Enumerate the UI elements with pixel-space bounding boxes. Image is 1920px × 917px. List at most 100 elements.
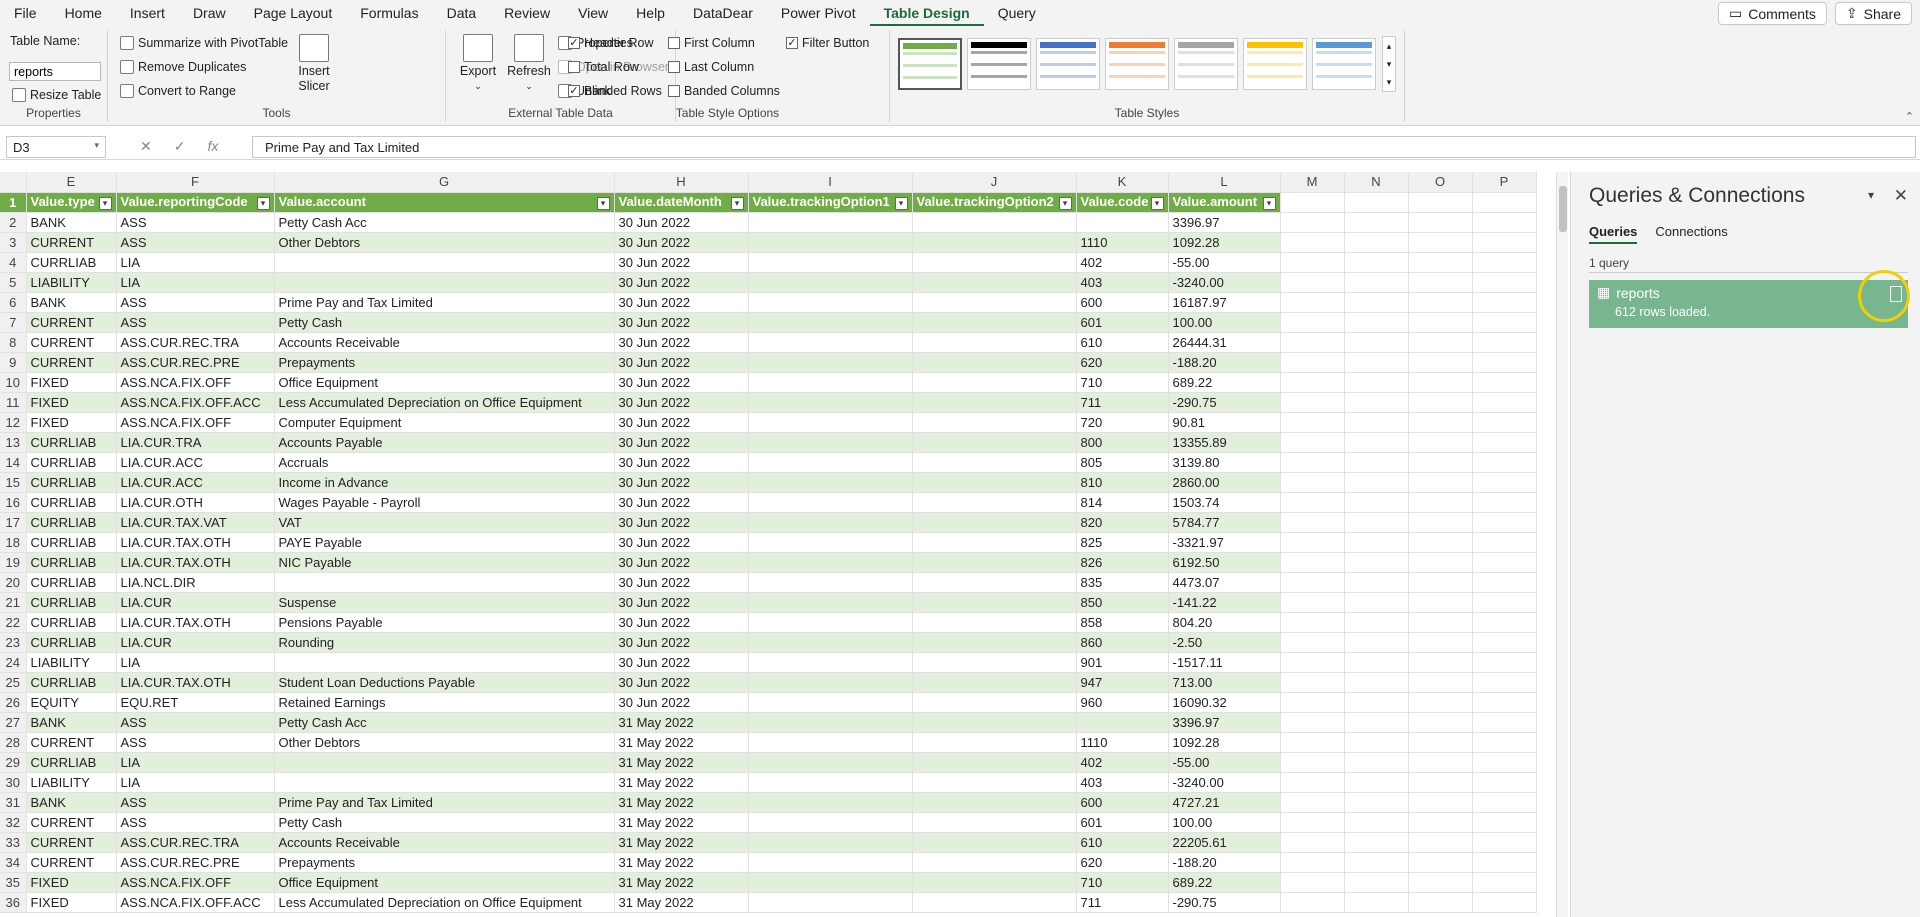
filter-button-option[interactable]: ✓ Filter Button [786, 36, 869, 50]
table-cell[interactable]: FIXED [26, 392, 117, 413]
table-cell[interactable]: PAYE Payable [274, 532, 615, 553]
column-header[interactable]: K [1076, 172, 1169, 193]
table-cell[interactable]: LIA.CUR.TAX.VAT [116, 512, 275, 533]
tab-review[interactable]: Review [490, 0, 564, 26]
table-cell[interactable]: -3240.00 [1168, 772, 1281, 793]
tab-datadear[interactable]: DataDear [679, 0, 767, 26]
empty-cell[interactable] [1472, 512, 1537, 533]
empty-cell[interactable] [1344, 492, 1409, 513]
table-cell[interactable]: ASS.NCA.FIX.OFF.ACC [116, 392, 275, 413]
table-cell[interactable] [748, 552, 913, 573]
table-cell[interactable]: CURRENT [26, 312, 117, 333]
table-cell[interactable] [748, 752, 913, 773]
table-cell[interactable] [274, 752, 615, 773]
table-cell[interactable]: LIA [116, 252, 275, 273]
table-cell[interactable]: ASS.CUR.REC.PRE [116, 352, 275, 373]
table-cell[interactable] [912, 452, 1077, 473]
row-header[interactable]: 21 [0, 592, 27, 613]
table-cell[interactable]: LIA.CUR.OTH [116, 492, 275, 513]
row-header[interactable]: 4 [0, 252, 27, 273]
tab-page-layout[interactable]: Page Layout [240, 0, 347, 26]
empty-cell[interactable] [1344, 412, 1409, 433]
empty-cell[interactable] [1472, 412, 1537, 433]
table-cell[interactable]: Prepayments [274, 352, 615, 373]
row-header[interactable]: 11 [0, 392, 27, 413]
table-cell[interactable]: 30 Jun 2022 [614, 452, 749, 473]
table-style-swatch[interactable] [898, 38, 962, 90]
column-header[interactable]: P [1472, 172, 1537, 193]
row-header[interactable]: 29 [0, 752, 27, 773]
empty-cell[interactable] [1472, 672, 1537, 693]
table-cell[interactable]: Office Equipment [274, 372, 615, 393]
table-cell[interactable] [912, 732, 1077, 753]
empty-cell[interactable] [1472, 392, 1537, 413]
table-cell[interactable] [748, 812, 913, 833]
table-cell[interactable] [748, 352, 913, 373]
table-cell[interactable]: -2.50 [1168, 632, 1281, 653]
table-cell[interactable] [912, 492, 1077, 513]
comments-button[interactable]: ▭ Comments [1717, 2, 1827, 25]
table-cell[interactable]: 30 Jun 2022 [614, 332, 749, 353]
table-cell[interactable]: 30 Jun 2022 [614, 672, 749, 693]
table-cell[interactable] [748, 232, 913, 253]
vertical-scrollbar[interactable] [1556, 172, 1568, 917]
table-cell[interactable]: Prime Pay and Tax Limited [274, 792, 615, 813]
table-cell[interactable]: 30 Jun 2022 [614, 212, 749, 233]
empty-cell[interactable] [1408, 652, 1473, 673]
table-cell[interactable]: CURRENT [26, 332, 117, 353]
table-cell[interactable] [274, 652, 615, 673]
row-header[interactable]: 7 [0, 312, 27, 333]
column-header[interactable]: E [26, 172, 117, 193]
table-cell[interactable] [274, 272, 615, 293]
column-header[interactable]: F [116, 172, 275, 193]
empty-cell[interactable] [1472, 292, 1537, 313]
table-cell[interactable]: Prepayments [274, 852, 615, 873]
table-cell[interactable] [912, 372, 1077, 393]
table-cell[interactable]: 1110 [1076, 732, 1169, 753]
table-cell[interactable]: ASS.CUR.REC.TRA [116, 832, 275, 853]
table-cell[interactable]: ASS [116, 232, 275, 253]
table-cell[interactable]: EQUITY [26, 692, 117, 713]
empty-cell[interactable] [1280, 772, 1345, 793]
empty-cell[interactable] [1472, 752, 1537, 773]
row-header[interactable]: 25 [0, 672, 27, 693]
empty-cell[interactable] [1408, 332, 1473, 353]
table-cell[interactable]: 30 Jun 2022 [614, 472, 749, 493]
table-cell[interactable] [912, 552, 1077, 573]
table-cell[interactable]: Petty Cash Acc [274, 212, 615, 233]
empty-cell[interactable] [1280, 732, 1345, 753]
table-cell[interactable]: LIA [116, 752, 275, 773]
table-cell[interactable] [912, 892, 1077, 913]
table-cell[interactable]: CURRLIAB [26, 632, 117, 653]
empty-cell[interactable] [1472, 312, 1537, 333]
table-cell[interactable] [912, 832, 1077, 853]
empty-cell[interactable] [1280, 892, 1345, 913]
empty-cell[interactable] [1280, 692, 1345, 713]
filter-dropdown-icon[interactable]: ▾ [730, 197, 744, 210]
row-header[interactable]: 10 [0, 372, 27, 393]
empty-cell[interactable] [1280, 512, 1345, 533]
table-cell[interactable]: 90.81 [1168, 412, 1281, 433]
empty-cell[interactable] [1280, 472, 1345, 493]
table-cell[interactable]: 689.22 [1168, 372, 1281, 393]
collapse-ribbon-icon[interactable]: ⌃ [1905, 110, 1914, 123]
filter-dropdown-icon[interactable]: ▾ [596, 197, 610, 210]
table-cell[interactable]: 31 May 2022 [614, 712, 749, 733]
empty-cell[interactable] [1280, 832, 1345, 853]
table-cell[interactable] [748, 852, 913, 873]
table-cell[interactable]: 31 May 2022 [614, 852, 749, 873]
table-cell[interactable]: 31 May 2022 [614, 812, 749, 833]
table-cell[interactable]: ASS [116, 812, 275, 833]
table-cell[interactable]: EQU.RET [116, 692, 275, 713]
table-cell[interactable]: -188.20 [1168, 852, 1281, 873]
table-cell[interactable]: -3240.00 [1168, 272, 1281, 293]
table-cell[interactable] [912, 432, 1077, 453]
empty-cell[interactable] [1344, 312, 1409, 333]
empty-cell[interactable] [1408, 752, 1473, 773]
empty-cell[interactable] [1408, 192, 1473, 213]
row-header[interactable]: 14 [0, 452, 27, 473]
table-cell[interactable]: LIA.CUR.ACC [116, 452, 275, 473]
empty-cell[interactable] [1408, 732, 1473, 753]
table-cell[interactable] [912, 632, 1077, 653]
table-cell[interactable]: ASS.NCA.FIX.OFF.ACC [116, 892, 275, 913]
